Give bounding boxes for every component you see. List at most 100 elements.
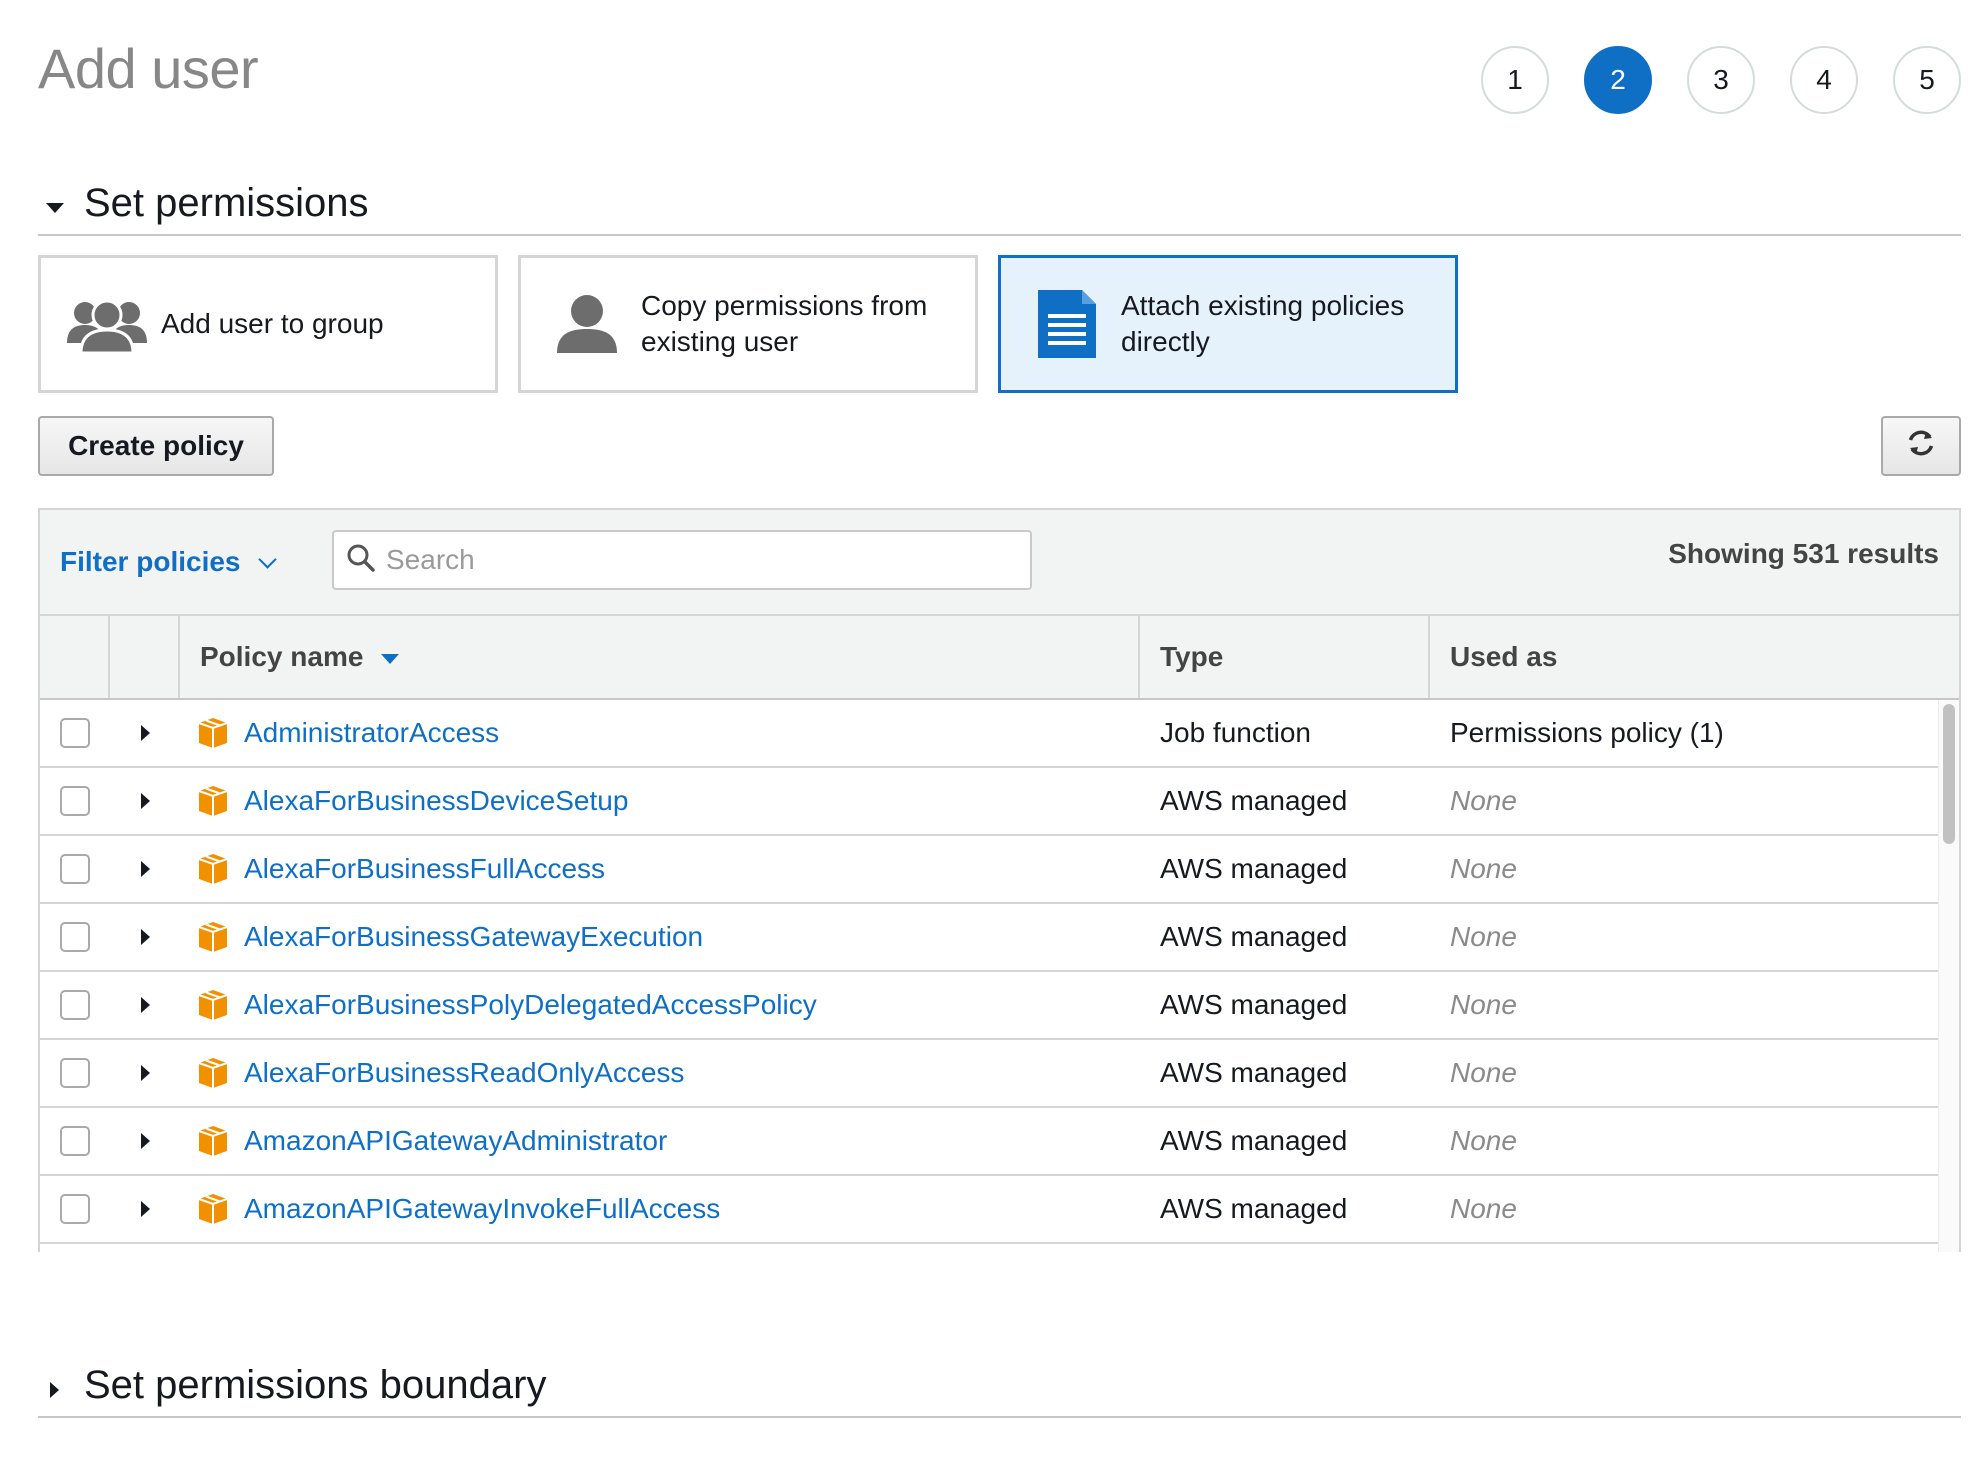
row-checkbox[interactable]	[60, 786, 90, 816]
caret-right-icon	[38, 1372, 74, 1408]
expand-row-icon[interactable]	[140, 861, 150, 877]
table-body: AdministratorAccess Job function Permiss…	[40, 700, 1959, 1252]
table-row: AlexaForBusinessGatewayExecution AWS man…	[40, 904, 1940, 972]
package-icon	[198, 854, 228, 884]
row-checkbox[interactable]	[60, 1058, 90, 1088]
table-row: AdministratorAccess Job function Permiss…	[40, 700, 1940, 768]
table-row: AmazonAPIGatewayInvokeFullAccess AWS man…	[40, 1176, 1940, 1244]
step-2-current[interactable]: 2	[1584, 46, 1652, 114]
option-attach-policies[interactable]: Attach existing policies directly	[998, 255, 1458, 393]
row-checkbox[interactable]	[60, 854, 90, 884]
search-box	[332, 530, 1032, 590]
policy-used-as: None	[1450, 1125, 1517, 1156]
option-label: Attach existing policies directly	[1121, 290, 1405, 357]
user-icon	[545, 289, 629, 359]
policy-used-as: None	[1450, 921, 1517, 952]
policy-type: AWS managed	[1160, 1193, 1348, 1224]
policy-name-link[interactable]: AlexaForBusinessDeviceSetup	[244, 785, 628, 817]
policy-used-as: None	[1450, 853, 1517, 884]
set-permissions-boundary-heading: Set permissions boundary	[84, 1363, 547, 1407]
refresh-icon	[1906, 428, 1936, 465]
column-header-used-as[interactable]: Used as	[1430, 616, 1959, 698]
step-5[interactable]: 5	[1893, 46, 1961, 114]
policy-type: AWS managed	[1160, 1057, 1348, 1088]
table-row: AlexaForBusinessFullAccess AWS managed N…	[40, 836, 1940, 904]
expand-row-icon[interactable]	[140, 997, 150, 1013]
policy-used-as: None	[1450, 989, 1517, 1020]
row-checkbox[interactable]	[60, 718, 90, 748]
package-icon	[198, 1194, 228, 1224]
policy-name-header-label: Policy name	[200, 641, 364, 672]
step-4[interactable]: 4	[1790, 46, 1858, 114]
policy-type: Job function	[1160, 717, 1311, 748]
policy-name-link[interactable]: AlexaForBusinessReadOnlyAccess	[244, 1057, 684, 1089]
package-icon	[198, 922, 228, 952]
set-permissions-heading: Set permissions	[84, 181, 369, 225]
expand-row-icon[interactable]	[140, 1201, 150, 1217]
row-checkbox[interactable]	[60, 1194, 90, 1224]
set-permissions-header[interactable]: Set permissions	[38, 170, 1961, 236]
column-header-policy-name[interactable]: Policy name	[180, 616, 1140, 698]
option-label: Add user to group	[161, 308, 384, 339]
policy-type: AWS managed	[1160, 989, 1348, 1020]
policy-name-link[interactable]: AlexaForBusinessPolyDelegatedAccessPolic…	[244, 989, 817, 1021]
document-icon	[1025, 289, 1109, 359]
policy-name-link[interactable]: AmazonAPIGatewayAdministrator	[244, 1125, 667, 1157]
refresh-button[interactable]	[1881, 416, 1961, 476]
table-row: AlexaForBusinessPolyDelegatedAccessPolic…	[40, 972, 1940, 1040]
create-policy-button[interactable]: Create policy	[38, 416, 274, 476]
policy-name-link[interactable]: AmazonAPIGatewayInvokeFullAccess	[244, 1193, 720, 1225]
policies-table: Filter policies Showing 531 results Poli…	[38, 508, 1961, 1252]
policy-type: AWS managed	[1160, 921, 1348, 952]
caret-down-icon	[38, 190, 74, 226]
step-indicator: 1 2 3 4 5	[1481, 46, 1961, 114]
search-icon	[346, 543, 376, 578]
policy-used-as: None	[1450, 1193, 1517, 1224]
policy-type: AWS managed	[1160, 785, 1348, 816]
table-row: AlexaForBusinessReadOnlyAccess AWS manag…	[40, 1040, 1940, 1108]
filter-policies-label: Filter policies	[60, 546, 241, 577]
expand-row-icon[interactable]	[140, 1065, 150, 1081]
users-group-icon	[65, 289, 149, 359]
scrollbar-thumb[interactable]	[1943, 704, 1955, 844]
expand-row-icon[interactable]	[140, 793, 150, 809]
row-checkbox[interactable]	[60, 922, 90, 952]
policy-type: AWS managed	[1160, 853, 1348, 884]
expand-row-icon[interactable]	[140, 1133, 150, 1149]
scrollbar-track[interactable]	[1938, 700, 1959, 1252]
policy-used-as: None	[1450, 1057, 1517, 1088]
row-checkbox[interactable]	[60, 990, 90, 1020]
page-title: Add user	[38, 37, 259, 100]
package-icon	[198, 718, 228, 748]
permission-options: Add user to group Copy permissions from …	[38, 255, 1458, 393]
results-count: Showing 531 results	[1668, 538, 1939, 569]
policy-name-link[interactable]: AdministratorAccess	[244, 717, 499, 749]
filter-policies-dropdown[interactable]: Filter policies	[60, 546, 277, 578]
policy-used-as: Permissions policy (1)	[1450, 717, 1724, 748]
option-label: Copy permissions from existing user	[641, 290, 928, 357]
policy-used-as: None	[1450, 785, 1517, 816]
option-copy-permissions[interactable]: Copy permissions from existing user	[518, 255, 978, 393]
package-icon	[198, 1126, 228, 1156]
expand-row-icon[interactable]	[140, 929, 150, 945]
option-add-user-to-group[interactable]: Add user to group	[38, 255, 498, 393]
header-expand-column	[110, 616, 180, 698]
policy-type: AWS managed	[1160, 1125, 1348, 1156]
step-3[interactable]: 3	[1687, 46, 1755, 114]
expand-row-icon[interactable]	[140, 725, 150, 741]
row-checkbox[interactable]	[60, 1126, 90, 1156]
table-header: Policy name Type Used as	[40, 616, 1959, 700]
header-checkbox-column	[40, 616, 110, 698]
table-toolbar: Filter policies Showing 531 results	[40, 510, 1959, 616]
package-icon	[198, 786, 228, 816]
set-permissions-boundary-header[interactable]: Set permissions boundary	[38, 1352, 1961, 1418]
package-icon	[198, 990, 228, 1020]
step-1[interactable]: 1	[1481, 46, 1549, 114]
chevron-down-icon	[257, 549, 277, 569]
column-header-type[interactable]: Type	[1140, 616, 1430, 698]
policy-name-link[interactable]: AlexaForBusinessGatewayExecution	[244, 921, 703, 953]
search-input[interactable]	[384, 543, 1008, 577]
sort-desc-icon	[381, 654, 400, 664]
policy-name-link[interactable]: AlexaForBusinessFullAccess	[244, 853, 605, 885]
package-icon	[198, 1058, 228, 1088]
